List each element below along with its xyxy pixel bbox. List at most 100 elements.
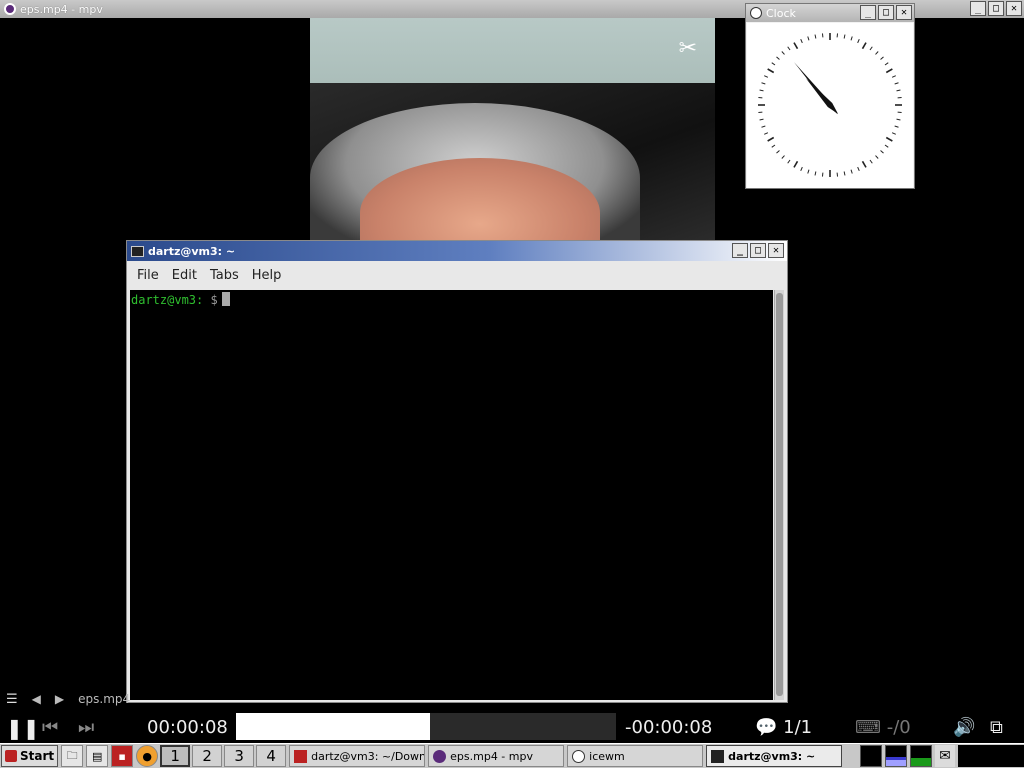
volume-icon[interactable]: 🔊 (953, 717, 975, 738)
clock-window[interactable]: Clock _ □ ✕ (745, 3, 915, 189)
menu-edit[interactable]: Edit (172, 268, 204, 283)
clock-tick (800, 166, 803, 171)
terminal-scrollbar[interactable] (774, 290, 784, 700)
clock-tick (761, 82, 766, 85)
minimize-button[interactable]: _ (732, 243, 748, 258)
clock-tick (861, 160, 867, 168)
close-button[interactable]: ✕ (896, 5, 912, 20)
capcut-logo-icon: ✂ (678, 36, 697, 61)
clock-face (747, 23, 913, 188)
menu-icon[interactable]: ☰ (6, 692, 18, 707)
prompt-user: dartz@vm3: (131, 293, 204, 307)
text-cursor (221, 292, 230, 306)
osc-controls: ❚❚ ⏮ ⏭ 00:00:08 -00:00:08 💬 1/1 ⌨ -/0 🔊 … (0, 712, 1024, 742)
restore-button[interactable]: □ (988, 1, 1004, 16)
workspace-2[interactable]: 2 (192, 745, 223, 767)
clock-tick (857, 166, 860, 171)
tray-clock[interactable] (958, 745, 1024, 767)
memory-monitor[interactable] (885, 745, 907, 767)
clock-tick (771, 62, 776, 66)
fullscreen-icon[interactable]: ⧉ (990, 717, 1003, 738)
workspace-1[interactable]: 1 (160, 745, 191, 767)
chapter-count: 1/1 (783, 717, 813, 738)
seek-bar[interactable] (236, 713, 616, 740)
workspace-4[interactable]: 4 (256, 745, 287, 767)
subtitle-icon: ⌨ (855, 717, 881, 738)
terminal-launcher-icon[interactable]: ▪ (111, 745, 134, 767)
clock-tick (781, 155, 785, 159)
task-label: dartz@vm3: ~ (728, 749, 816, 763)
task-clock[interactable]: icewm (567, 745, 704, 767)
clock-tick (759, 118, 764, 121)
menu-help[interactable]: Help (252, 268, 289, 283)
clock-tick (764, 132, 769, 135)
clock-titlebar[interactable]: Clock _ □ ✕ (746, 4, 914, 22)
menu-tabs[interactable]: Tabs (210, 268, 246, 283)
skip-forward-icon[interactable]: ⏭ (78, 717, 94, 738)
video-background (310, 18, 715, 93)
scrollbar-thumb[interactable] (776, 293, 783, 696)
mail-icon[interactable]: ✉ (935, 745, 955, 767)
terminal-window-title: dartz@vm3: ~ (148, 244, 236, 258)
clock-tick (781, 51, 785, 55)
clock-tick (896, 89, 901, 92)
clock-tick (869, 46, 873, 51)
pause-icon[interactable]: ❚❚ (6, 716, 40, 740)
firefox-icon[interactable]: ● (136, 745, 159, 767)
clock-tick (793, 160, 799, 168)
terminal-screen[interactable]: dartz@vm3: $ (130, 290, 773, 700)
show-desktop-icon[interactable]: ▤ (86, 745, 109, 767)
clock-tick (880, 150, 884, 154)
maximize-button[interactable]: □ (878, 5, 894, 20)
skip-back-icon[interactable]: ⏮ (42, 717, 58, 738)
clock-tick (891, 132, 896, 135)
clock-tick (807, 169, 810, 174)
remaining-time[interactable]: -00:00:08 (625, 717, 712, 738)
clock-tick (850, 36, 853, 41)
workspace-3[interactable]: 3 (224, 745, 255, 767)
task-mpv[interactable]: eps.mp4 - mpv (428, 745, 565, 767)
terminal-icon (131, 245, 144, 257)
video-frame[interactable]: ✂ (310, 18, 715, 240)
start-button[interactable]: Start (1, 745, 59, 767)
close-button[interactable]: ✕ (768, 243, 784, 258)
start-logo-icon (5, 750, 17, 762)
cpu-monitor[interactable] (860, 745, 882, 767)
menu-file[interactable]: File (137, 268, 166, 283)
chat-icon: 💬 (755, 717, 778, 738)
system-tray: ✉ (860, 745, 1024, 767)
chapter-indicator[interactable]: 💬 1/1 (755, 717, 812, 738)
subtitle-count: -/0 (886, 717, 911, 738)
hour-hand (805, 78, 839, 114)
clock-tick (843, 171, 846, 176)
minimize-button[interactable]: _ (970, 1, 986, 16)
playlist-prev-icon[interactable]: ◀ (32, 692, 41, 706)
terminal-window[interactable]: dartz@vm3: ~ _ □ ✕ File Edit Tabs Help d… (126, 240, 788, 703)
file-manager-icon[interactable]: 🗀 (61, 745, 84, 767)
mpv-icon (433, 749, 447, 763)
clock-tick (787, 46, 791, 51)
mpv-window-title: eps.mp4 - mpv (20, 2, 103, 16)
maximize-button[interactable]: □ (750, 243, 766, 258)
start-label: Start (20, 749, 55, 763)
network-monitor[interactable] (910, 745, 932, 767)
clock-tick (875, 51, 879, 55)
task-label: icewm (589, 749, 625, 763)
clock-tick (800, 39, 803, 44)
terminal-titlebar[interactable]: dartz@vm3: ~ _ □ ✕ (127, 241, 787, 261)
close-button[interactable]: ✕ (1006, 1, 1022, 16)
terminal-window-controls: _ □ ✕ (732, 243, 784, 258)
playlist-next-icon[interactable]: ▶ (55, 692, 64, 706)
clock-tick (776, 150, 780, 154)
minimize-button[interactable]: _ (860, 5, 876, 20)
terminal-menubar: File Edit Tabs Help (127, 261, 787, 289)
current-time[interactable]: 00:00:08 (147, 717, 228, 738)
task-terminal-home[interactable]: dartz@vm3: ~ (706, 745, 843, 767)
clock-tick (896, 118, 901, 121)
clock-tick (793, 42, 799, 50)
clock-tick (767, 136, 775, 142)
subtitle-indicator[interactable]: ⌨ -/0 (855, 717, 911, 738)
clock-tick (894, 82, 899, 85)
clock-tick (850, 169, 853, 174)
task-terminal-downloads[interactable]: dartz@vm3: ~/Down... (289, 745, 426, 767)
